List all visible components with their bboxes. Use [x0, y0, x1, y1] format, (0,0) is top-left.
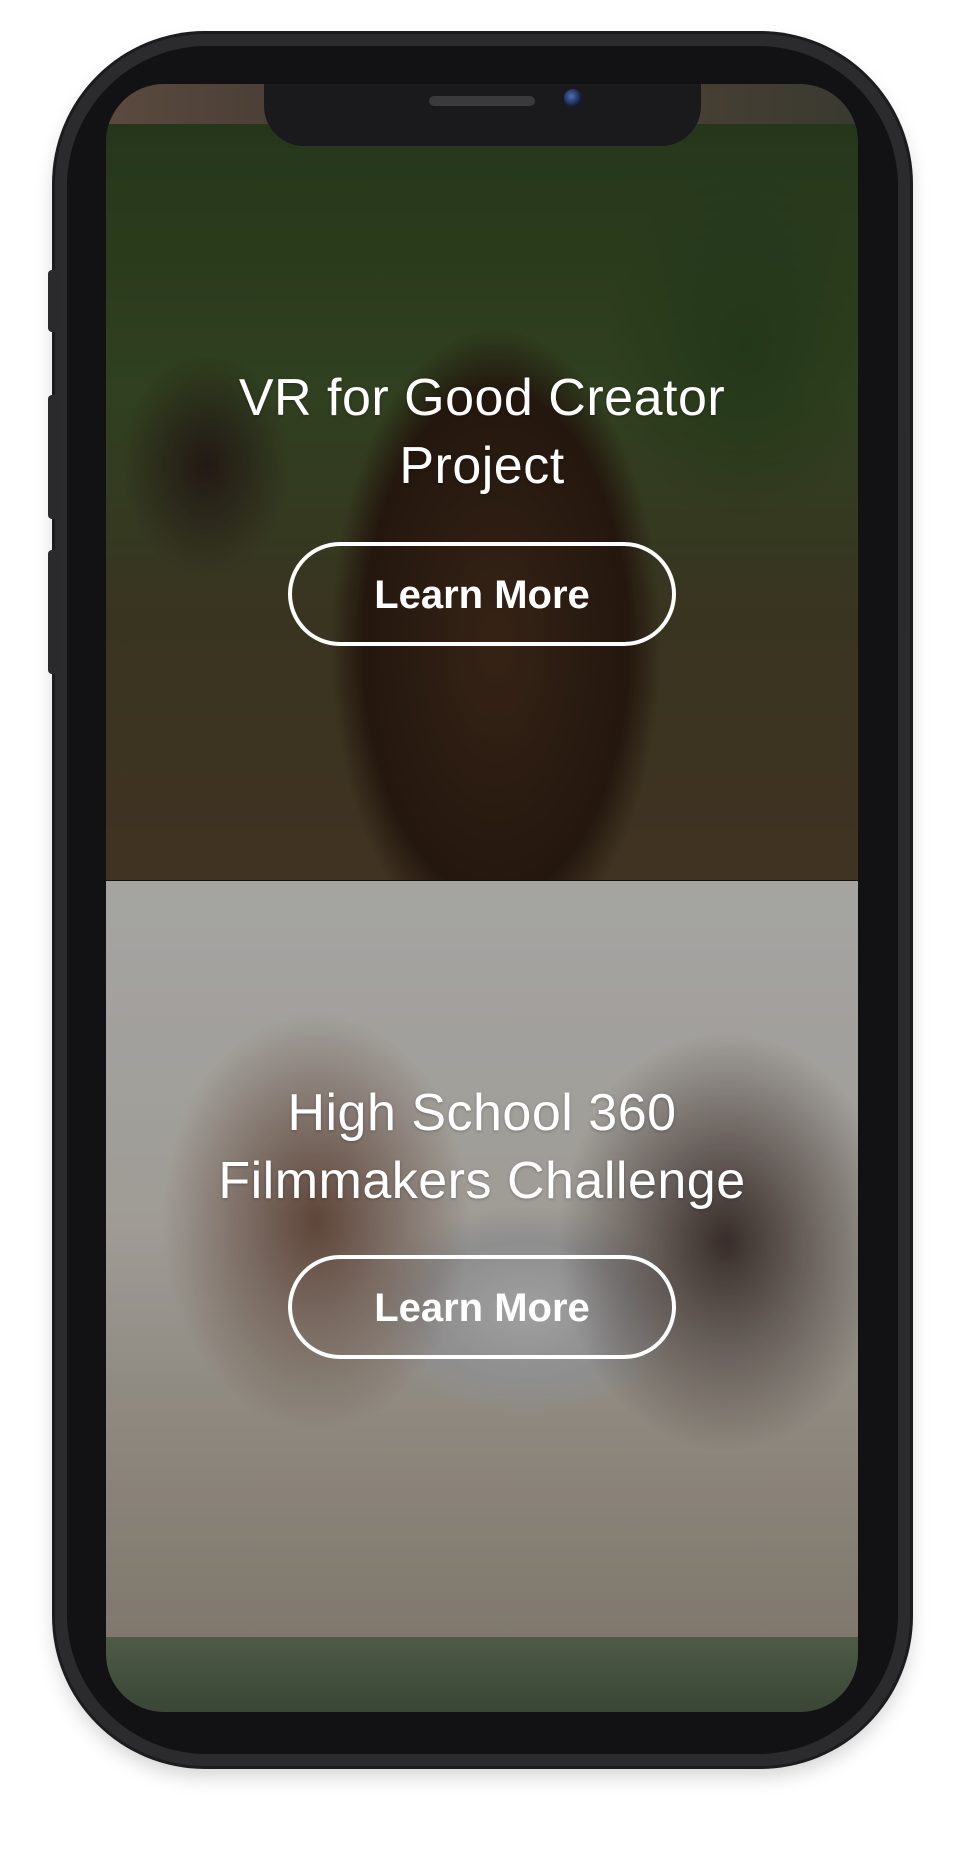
volume-down-button — [48, 550, 58, 674]
card-title: VR for Good Creator Project — [238, 369, 726, 495]
card-title: High School 360 Filmmakers Challenge — [218, 1084, 746, 1210]
learn-more-button[interactable]: Learn More — [288, 1255, 676, 1359]
speaker-grille-icon — [429, 96, 535, 106]
card-content: High School 360 Filmmakers Challenge Lea… — [106, 1079, 858, 1359]
project-card-vr-for-good: VR for Good Creator Project Learn More — [106, 124, 858, 880]
learn-more-button[interactable]: Learn More — [288, 542, 676, 646]
volume-up-button — [48, 395, 58, 519]
phone-screen: VR for Good Creator Project Learn More H… — [106, 84, 858, 1712]
project-card-high-school-360: High School 360 Filmmakers Challenge Lea… — [106, 881, 858, 1637]
card-content: VR for Good Creator Project Learn More — [106, 364, 858, 646]
card-background-image — [106, 1637, 858, 1712]
front-camera-icon — [564, 89, 582, 107]
notch — [264, 84, 701, 146]
silent-switch — [48, 270, 58, 332]
project-card-partial[interactable] — [106, 1637, 858, 1712]
power-button — [899, 438, 909, 630]
